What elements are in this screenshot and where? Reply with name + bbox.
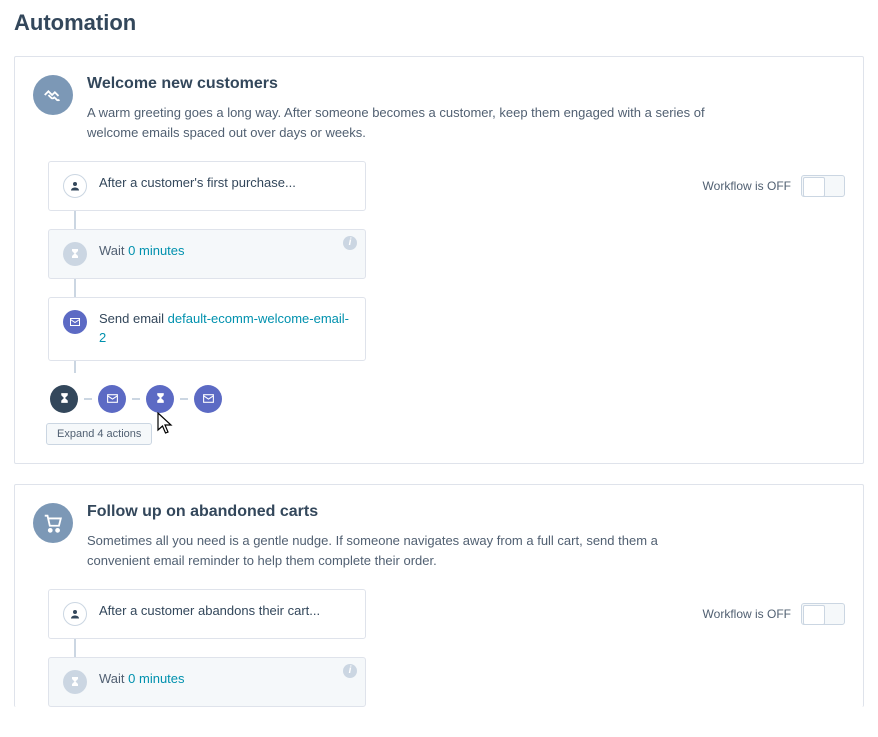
collapsed-actions-row bbox=[50, 385, 845, 413]
trigger-step[interactable]: After a customer abandons their cart... bbox=[48, 589, 366, 639]
info-icon[interactable]: i bbox=[343, 664, 357, 678]
cart-icon bbox=[33, 503, 73, 543]
hourglass-icon bbox=[63, 242, 87, 266]
hourglass-icon[interactable] bbox=[146, 385, 174, 413]
card-header: Follow up on abandoned carts Sometimes a… bbox=[33, 503, 845, 571]
workflow-title: Follow up on abandoned carts bbox=[87, 503, 707, 521]
send-email-label: Send email bbox=[99, 311, 164, 326]
hourglass-icon[interactable] bbox=[50, 385, 78, 413]
wait-step[interactable]: Wait 0 minutes i bbox=[48, 229, 366, 279]
trigger-step[interactable]: After a customer's first purchase... bbox=[48, 161, 366, 211]
send-email-step[interactable]: Send email default-ecomm-welcome-email-2 bbox=[48, 297, 366, 361]
mini-connector bbox=[84, 398, 92, 400]
workflow-card-abandoned: Follow up on abandoned carts Sometimes a… bbox=[14, 484, 864, 707]
hourglass-icon bbox=[63, 670, 87, 694]
wait-value-link[interactable]: 0 minutes bbox=[128, 243, 184, 258]
user-icon bbox=[63, 602, 87, 626]
trigger-label: After a customer abandons their cart... bbox=[99, 602, 320, 621]
user-icon bbox=[63, 174, 87, 198]
trigger-label: After a customer's first purchase... bbox=[99, 174, 296, 193]
handshake-icon bbox=[33, 75, 73, 115]
email-icon[interactable] bbox=[98, 385, 126, 413]
email-icon bbox=[63, 310, 87, 334]
expand-actions-button[interactable]: Expand 4 actions bbox=[46, 423, 152, 445]
wait-value-link[interactable]: 0 minutes bbox=[128, 671, 184, 686]
workflow-description: Sometimes all you need is a gentle nudge… bbox=[87, 531, 707, 571]
workflow-title: Welcome new customers bbox=[87, 75, 707, 93]
email-icon[interactable] bbox=[194, 385, 222, 413]
connector bbox=[74, 639, 76, 657]
wait-label: Wait bbox=[99, 671, 125, 686]
mini-connector bbox=[180, 398, 188, 400]
workflow-description: A warm greeting goes a long way. After s… bbox=[87, 103, 707, 143]
wait-label: Wait bbox=[99, 243, 125, 258]
connector bbox=[74, 211, 76, 229]
workflow-card-welcome: Welcome new customers A warm greeting go… bbox=[14, 56, 864, 464]
mini-connector bbox=[132, 398, 140, 400]
card-header: Welcome new customers A warm greeting go… bbox=[33, 75, 845, 143]
info-icon[interactable]: i bbox=[343, 236, 357, 250]
page-title: Automation bbox=[14, 10, 864, 36]
wait-step[interactable]: Wait 0 minutes i bbox=[48, 657, 366, 707]
connector bbox=[74, 279, 76, 297]
connector bbox=[74, 361, 76, 373]
